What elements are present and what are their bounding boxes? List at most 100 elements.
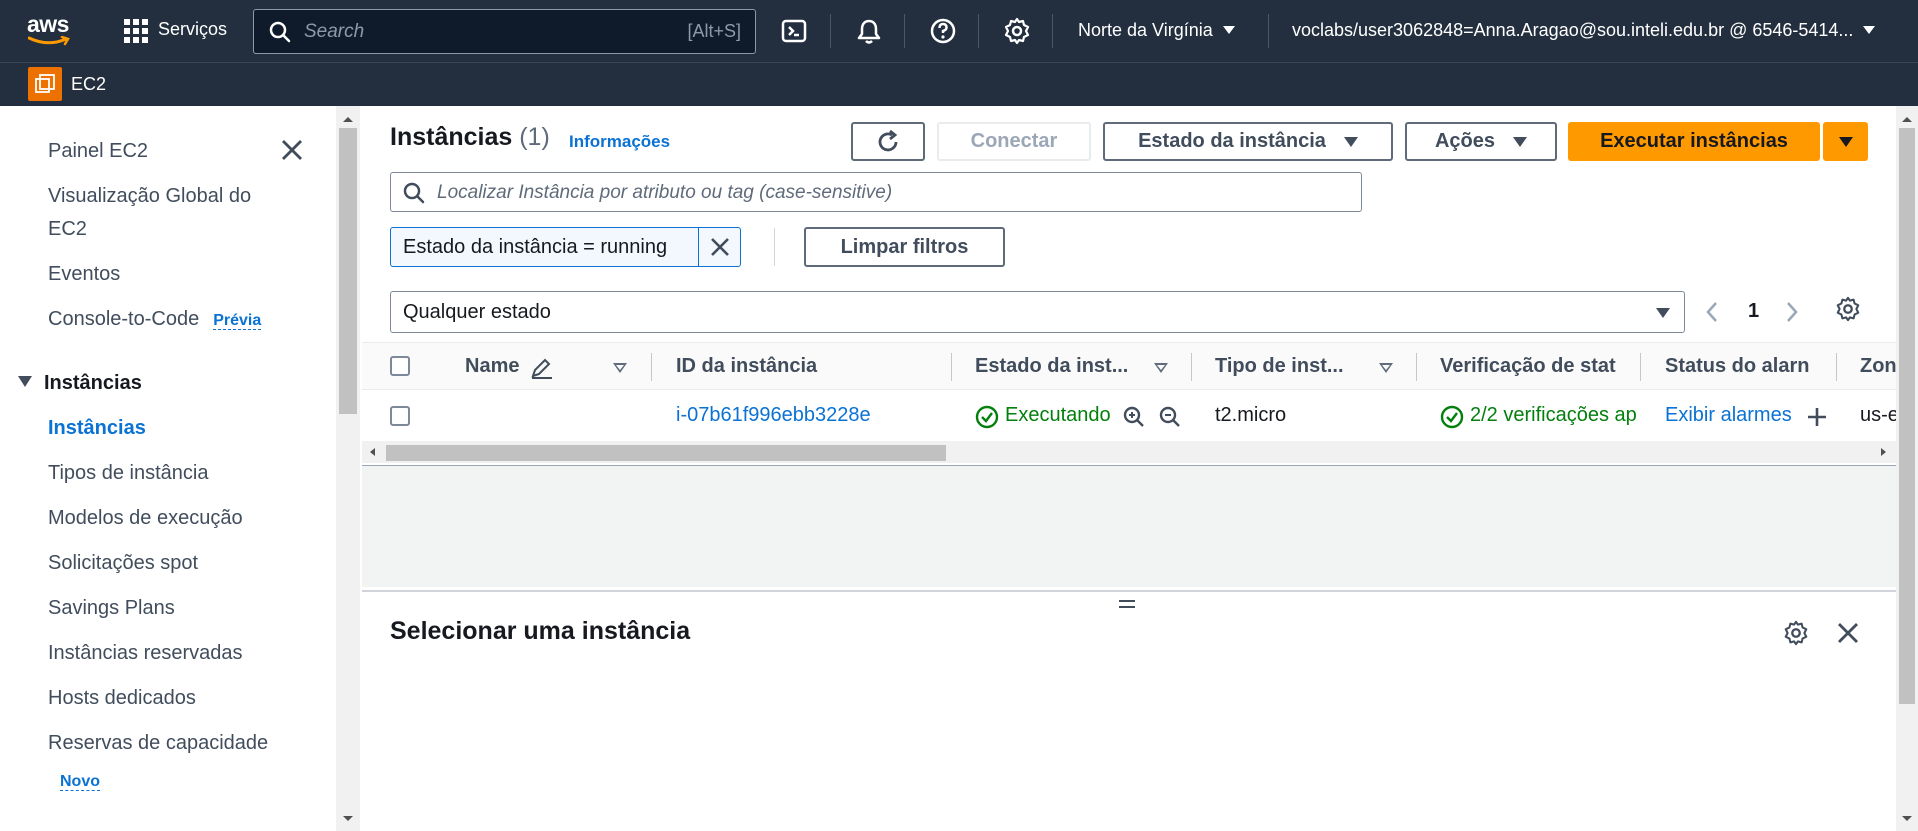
global-search[interactable]: [Alt+S] [253,9,756,54]
split-panel-drag-handle[interactable] [1119,600,1135,612]
caret-down-icon [1513,136,1528,147]
sidebar-item-dedicated-hosts[interactable]: Hosts dedicados [48,682,196,715]
new-badge[interactable]: Novo [60,773,100,791]
account-menu[interactable]: voclabs/user3062848=Anna.Aragao@sou.inte… [1292,20,1876,41]
service-bar: EC2 [0,62,1918,106]
sort-icon[interactable] [613,363,627,373]
horizontal-scrollbar-thumb[interactable] [386,445,946,461]
cloudshell-icon[interactable] [779,16,809,46]
edit-pencil-icon [531,358,552,379]
preview-badge[interactable]: Prévia [213,312,262,330]
connect-button[interactable]: Conectar [937,122,1091,161]
page-title-text: Instâncias [390,123,513,151]
table-horizontal-scrollbar[interactable] [362,441,1896,463]
launch-instances-dropdown[interactable] [1823,122,1868,161]
table-empty-area [362,465,1896,587]
column-alarm-status[interactable]: Status do alarn [1665,355,1815,378]
state-select[interactable]: Qualquer estado [390,291,1685,333]
aws-smile-icon [28,36,70,46]
sidebar-section-instances[interactable]: Instâncias [18,372,142,395]
page-number[interactable]: 1 [1748,300,1759,323]
region-selector[interactable]: Norte da Virgínia [1078,20,1235,41]
caret-down-icon [1343,136,1358,147]
cell-view-alarms-link[interactable]: Exibir alarmes [1665,404,1792,427]
column-instance-id[interactable]: ID da instância [676,355,886,378]
sidebar-item-global-view[interactable]: Visualização Global do [48,180,251,213]
sidebar-item-spot-requests[interactable]: Solicitações spot [48,547,198,580]
cell-instance-id[interactable]: i-07b61f996ebb3228e [676,404,871,427]
table-row[interactable]: i-07b61f996ebb3228e Executando t2.micro … [362,391,1896,441]
launch-instances-button[interactable]: Executar instâncias [1568,122,1820,161]
remove-filter-icon[interactable] [709,236,731,258]
split-panel-divider [362,590,1896,592]
filter-token: Estado da instância = running [390,227,741,267]
services-menu-button[interactable]: Serviços [158,19,227,40]
scroll-left-icon[interactable] [368,447,376,457]
chevron-left-icon[interactable] [1704,300,1720,324]
instance-filter-input[interactable] [437,181,1337,205]
sidebar-item-console-to-code[interactable]: Console-to-Code Prévia [48,303,262,337]
scroll-down-icon[interactable] [341,814,355,824]
sidebar-item-label: Console-to-Code [48,308,200,330]
select-all-checkbox[interactable] [390,356,410,376]
refresh-button[interactable] [851,122,925,161]
instance-filter[interactable] [390,172,1362,212]
ec2-service-icon[interactable] [28,67,62,101]
sidebar-item-reserved-instances[interactable]: Instâncias reservadas [48,637,243,670]
aws-logo-text: aws [27,11,69,37]
services-grid-icon[interactable] [124,19,148,43]
service-name[interactable]: EC2 [71,74,106,95]
scroll-up-icon[interactable] [1900,114,1914,124]
scroll-up-icon[interactable] [341,114,355,124]
zoom-out-icon[interactable] [1158,405,1182,429]
details-panel-title: Selecionar uma instância [390,617,691,645]
column-instance-type[interactable]: Tipo de inst... [1215,355,1355,378]
help-icon[interactable] [928,16,958,46]
close-icon[interactable] [280,138,304,162]
preferences-gear-icon[interactable] [1834,295,1862,323]
clear-filters-button[interactable]: Limpar filtros [804,227,1005,267]
sidebar-item-instances[interactable]: Instâncias [48,412,146,445]
page-scrollbar-thumb[interactable] [1899,128,1915,704]
settings-gear-icon[interactable] [1002,16,1032,46]
cell-availability-zone: us-e [1860,404,1896,426]
page-title: Instâncias (1) [390,123,550,152]
sidebar-item-launch-templates[interactable]: Modelos de execução [48,502,243,535]
instance-count: (1) [519,123,550,151]
top-navigation-bar: aws Serviços [Alt+S] Nor [0,0,1918,62]
instance-state-button[interactable]: Estado da instância [1103,122,1393,161]
chevron-right-icon[interactable] [1784,300,1800,324]
close-panel-icon[interactable] [1836,621,1860,645]
zoom-in-icon[interactable] [1122,405,1146,429]
sort-icon[interactable] [1154,363,1168,373]
pagination: 1 [1692,294,1842,330]
scroll-right-icon[interactable] [1880,447,1888,457]
sidebar-item-dashboard[interactable]: Painel EC2 [48,135,148,168]
column-status-check[interactable]: Verificação de stat [1440,355,1616,378]
refresh-icon [878,129,898,151]
scroll-down-icon[interactable] [1900,814,1914,824]
sidebar-item-savings-plans[interactable]: Savings Plans [48,592,175,625]
add-alarm-icon[interactable] [1805,405,1829,429]
row-checkbox[interactable] [390,406,410,426]
column-name[interactable]: Name [465,355,519,378]
actions-button[interactable]: Ações [1405,122,1557,161]
column-instance-state[interactable]: Estado da inst... [975,355,1141,378]
info-link[interactable]: Informações [569,132,670,152]
global-search-input[interactable] [304,18,604,46]
actions-label: Ações [1434,130,1496,152]
sort-icon[interactable] [1379,363,1393,373]
sidebar-item-global-view-cont[interactable]: EC2 [48,213,87,246]
sidebar-scrollbar-thumb[interactable] [339,128,357,414]
table-header: Name ID da instância Estado da inst... T… [362,342,1896,390]
instance-state-label: Estado da instância [1138,130,1326,152]
panel-settings-gear-icon[interactable] [1782,619,1810,647]
notifications-bell-icon[interactable] [854,16,884,46]
column-availability-zone[interactable]: Zon [1860,355,1896,378]
sidebar-item-capacity-reservations[interactable]: Reservas de capacidade [48,727,268,760]
filter-token-label: Estado da instância = running [403,236,668,258]
sidebar-item-events[interactable]: Eventos [48,258,120,291]
sidebar-item-instance-types[interactable]: Tipos de instância [48,457,208,490]
region-label: Norte da Virgínia [1078,20,1213,40]
aws-logo[interactable]: aws [27,12,73,46]
